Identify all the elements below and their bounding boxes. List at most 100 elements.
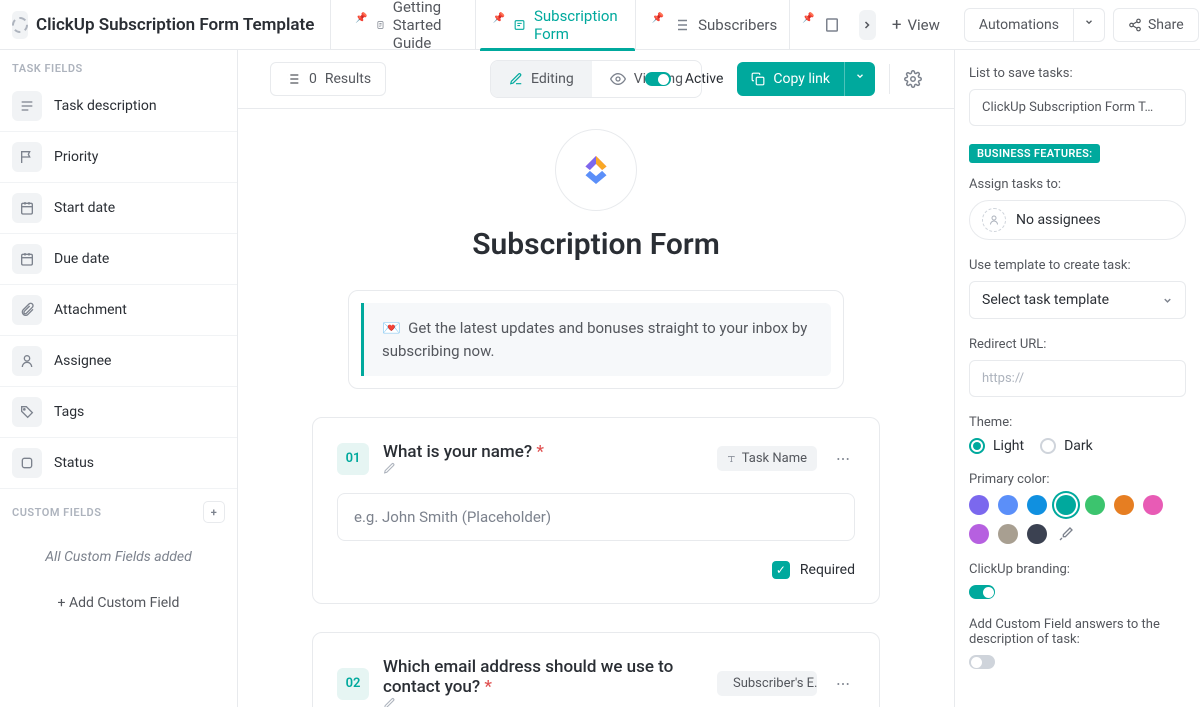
automations-button[interactable]: Automations — [964, 8, 1074, 42]
field-tags[interactable]: Tags — [0, 387, 237, 438]
pin-icon: 📌 — [802, 13, 814, 24]
redirect-input[interactable]: https:// — [969, 360, 1186, 397]
question-label[interactable]: What is your name? * — [383, 442, 703, 475]
square-icon — [12, 448, 42, 478]
field-start-date[interactable]: Start date — [0, 183, 237, 234]
color-swatch[interactable] — [969, 524, 989, 544]
tab-collapsed[interactable]: 📌 — [794, 0, 848, 50]
color-swatch[interactable] — [1027, 524, 1047, 544]
question-more-button[interactable] — [831, 447, 855, 471]
radio-icon — [1040, 438, 1056, 454]
field-label: Due date — [54, 251, 109, 267]
field-label: Start date — [54, 200, 115, 216]
form-logo[interactable] — [555, 129, 637, 211]
tab-label: Subscription Form — [534, 7, 623, 43]
color-swatch[interactable] — [998, 495, 1018, 515]
page-title: ClickUp Subscription Form Template — [36, 15, 314, 35]
theme-light-option[interactable]: Light — [969, 438, 1024, 454]
automations-dropdown[interactable] — [1074, 8, 1105, 42]
template-label: Use template to create task: — [969, 258, 1186, 273]
field-label: Status — [54, 455, 94, 471]
add-view-button[interactable]: + View — [892, 15, 940, 35]
list-icon — [672, 16, 690, 34]
color-swatch[interactable] — [1085, 495, 1105, 515]
business-features-badge: BUSINESS FEATURES: — [969, 144, 1100, 163]
tab-getting-started[interactable]: 📌 Getting Started Guide — [343, 0, 476, 50]
redirect-label: Redirect URL: — [969, 337, 1186, 352]
assign-label: Assign tasks to: — [969, 177, 1186, 192]
task-fields-header: TASK FIELDS — [0, 50, 237, 81]
top-header: ClickUp Subscription Form Template 📌 Get… — [0, 0, 1200, 50]
color-swatch[interactable] — [969, 495, 989, 515]
color-swatch[interactable] — [1027, 495, 1047, 515]
question-more-button[interactable] — [831, 672, 855, 696]
radio-icon — [969, 438, 985, 454]
calendar-icon — [12, 193, 42, 223]
field-type-badge[interactable]: Subscriber's E… — [717, 671, 817, 696]
branding-toggle[interactable] — [969, 585, 995, 599]
copy-link-dropdown[interactable] — [844, 62, 875, 96]
field-label: Task description — [54, 98, 157, 114]
clickup-logo-icon — [575, 149, 617, 191]
required-checkbox[interactable]: ✓ — [772, 561, 790, 579]
calendar-icon — [12, 244, 42, 274]
add-custom-field-button[interactable]: + Add Custom Field — [0, 585, 237, 621]
center-panel: 0 Results Editing Viewing Active — [238, 50, 954, 707]
template-select[interactable]: Select task template — [969, 281, 1186, 319]
chevron-down-icon — [1162, 295, 1173, 306]
chevron-down-icon — [1084, 17, 1094, 27]
color-picker-button[interactable] — [1056, 524, 1076, 544]
custom-fields-header: CUSTOM FIELDS + — [0, 489, 237, 529]
question-input[interactable]: e.g. John Smith (Placeholder) — [337, 493, 855, 541]
editing-tab[interactable]: Editing — [491, 61, 592, 97]
color-swatch[interactable] — [998, 524, 1018, 544]
assignee-select[interactable]: No assignees — [969, 200, 1186, 240]
color-swatch[interactable] — [1056, 495, 1076, 515]
tab-subscribers[interactable]: 📌 Subscribers — [640, 0, 791, 50]
list-label: List to save tasks: — [969, 66, 1186, 81]
active-toggle[interactable] — [645, 72, 671, 86]
question-card: 01 What is your name? * Task Name e.g. J… — [312, 417, 880, 604]
field-label: Tags — [54, 404, 84, 420]
tab-label: Subscribers — [698, 16, 777, 34]
share-button[interactable]: Share — [1113, 8, 1199, 42]
tab-subscription-form[interactable]: 📌 Subscription Form — [480, 0, 635, 50]
custom-fields-empty: All Custom Fields added — [0, 529, 237, 585]
results-button[interactable]: 0 Results — [270, 62, 386, 96]
form-description: Get the latest updates and bonuses strai… — [382, 319, 807, 360]
pin-icon: 📌 — [355, 13, 367, 24]
field-priority[interactable]: Priority — [0, 132, 237, 183]
gear-icon — [904, 70, 922, 88]
field-due-date[interactable]: Due date — [0, 234, 237, 285]
tag-icon — [12, 397, 42, 427]
form-description-card[interactable]: 💌 Get the latest updates and bonuses str… — [348, 290, 844, 389]
pencil-icon — [509, 72, 523, 86]
field-assignee[interactable]: Assignee — [0, 336, 237, 387]
cf-answers-toggle[interactable] — [969, 655, 995, 669]
copy-link-button[interactable]: Copy link — [737, 62, 844, 96]
field-label: Attachment — [54, 302, 127, 318]
add-field-button[interactable]: + — [203, 501, 225, 523]
more-tabs-button[interactable] — [859, 10, 876, 40]
chevron-right-icon — [861, 19, 873, 31]
list-select[interactable]: ClickUp Subscription Form T… — [969, 89, 1186, 126]
user-icon — [12, 346, 42, 376]
field-task-description[interactable]: Task description — [0, 81, 237, 132]
field-type-badge[interactable]: Task Name — [717, 446, 817, 471]
field-attachment[interactable]: Attachment — [0, 285, 237, 336]
settings-button[interactable] — [904, 70, 922, 88]
tabs: 📌 Getting Started Guide 📌 Subscription F… — [330, 0, 956, 49]
field-status[interactable]: Status — [0, 438, 237, 489]
pin-icon: 📌 — [492, 13, 504, 24]
color-swatch[interactable] — [1114, 495, 1134, 515]
question-label[interactable]: Which email address should we use to con… — [383, 657, 703, 707]
theme-dark-option[interactable]: Dark — [1040, 438, 1093, 454]
tab-label: Getting Started Guide — [393, 0, 464, 52]
field-label: Priority — [54, 149, 98, 165]
theme-label: Theme: — [969, 415, 1186, 430]
emoji-icon: 💌 — [382, 319, 401, 337]
share-icon — [1128, 18, 1142, 32]
color-swatch[interactable] — [1143, 495, 1163, 515]
copy-icon — [751, 72, 765, 86]
form-icon — [513, 16, 526, 34]
